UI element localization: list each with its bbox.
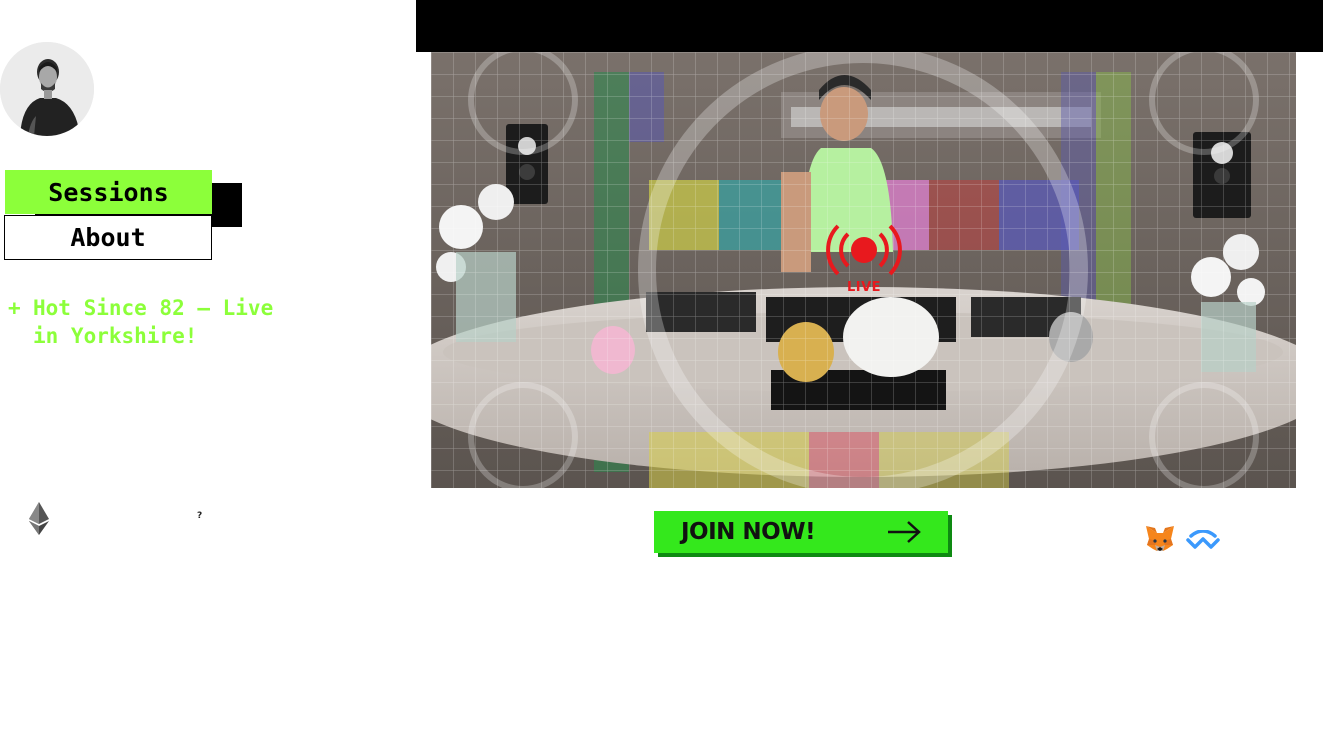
ethereum-icon: [29, 502, 49, 535]
live-badge: LIVE: [822, 220, 906, 296]
tab-sessions-label: Sessions: [48, 177, 169, 207]
session-item-prefix: +: [8, 296, 21, 320]
person-avatar-icon: [0, 42, 94, 136]
join-now-label: JOIN NOW!: [681, 519, 816, 545]
metamask-fox-icon[interactable]: [1145, 525, 1175, 553]
tab-about[interactable]: About: [4, 215, 212, 260]
live-label: LIVE: [846, 280, 882, 295]
page: Sessions About + Hot Since 82 – Live in …: [0, 0, 1323, 735]
walletconnect-icon[interactable]: [1186, 529, 1220, 550]
join-now-button[interactable]: JOIN NOW!: [654, 511, 948, 553]
arrow-right-icon: [888, 521, 921, 543]
tab-sessions[interactable]: Sessions: [5, 170, 212, 214]
session-item[interactable]: + Hot Since 82 – Live in Yorkshire!: [8, 294, 298, 350]
wallet-help-text[interactable]: ?: [197, 511, 202, 521]
avatar: [0, 42, 94, 136]
live-broadcast-icon: [826, 224, 902, 276]
video-header-bar: [416, 0, 1323, 52]
tab-about-label: About: [70, 223, 146, 252]
session-item-title: Hot Since 82 – Live in Yorkshire!: [33, 296, 274, 348]
